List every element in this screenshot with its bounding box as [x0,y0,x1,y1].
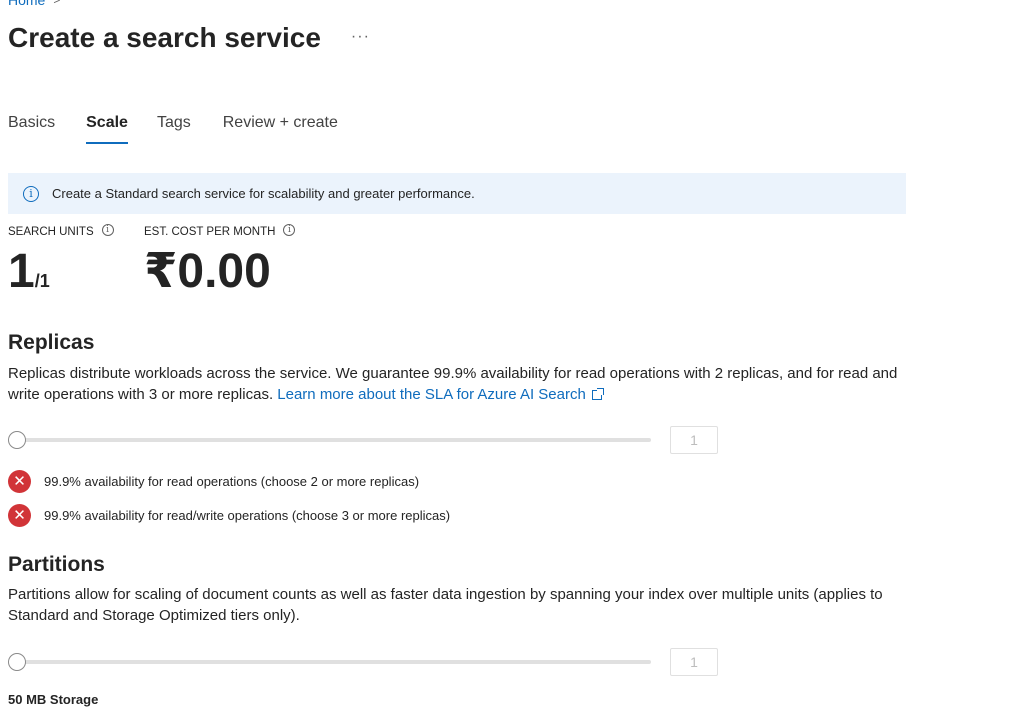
info-message-text: Create a Standard search service for sca… [52,186,475,201]
cost-label-row: EST. COST PER MONTH i [144,224,296,238]
error-x-icon: ✕ [8,504,31,527]
breadcrumb: Home > [8,0,60,8]
title-row: Create a search service ··· [8,22,370,54]
cost-metric: EST. COST PER MONTH i ₹0.00 [144,224,296,300]
breadcrumb-home-link[interactable]: Home [8,0,45,8]
more-options-button[interactable]: ··· [351,28,370,46]
tab-basics[interactable]: Basics [8,112,55,144]
search-units-value-row: 1/1 [8,244,114,309]
external-link-icon [591,388,604,400]
check-read-text: 99.9% availability for read operations (… [44,474,420,489]
wizard-tabs: Basics Scale Tags Review + create [8,112,338,144]
search-units-sub: /1 [34,271,50,291]
tab-tags[interactable]: Tags [157,112,191,144]
partitions-slider-thumb[interactable] [8,653,26,671]
replicas-description: Replicas distribute workloads across the… [8,363,908,405]
info-message-bar: i Create a Standard search service for s… [8,173,906,214]
replicas-slider-thumb[interactable] [8,431,26,449]
replicas-title: Replicas [8,331,95,354]
replicas-slider-track[interactable] [8,438,651,442]
replicas-slider-row: 1 [8,425,718,455]
replicas-count-input[interactable]: 1 [670,426,718,454]
partitions-title: Partitions [8,553,105,576]
partitions-count-input[interactable]: 1 [670,648,718,676]
create-search-service-page: Home > Create a search service ··· Basic… [0,0,1028,718]
storage-label: 50 MB Storage [8,692,99,707]
check-readwrite-text: 99.9% availability for read/write operat… [44,508,451,523]
tab-review-create[interactable]: Review + create [223,112,338,144]
partitions-description: Partitions allow for scaling of document… [8,586,883,624]
partitions-slider-track[interactable] [8,660,651,664]
search-units-label-row: SEARCH UNITS i [8,224,114,238]
error-x-icon: ✕ [8,470,31,493]
search-units-metric: SEARCH UNITS i 1/1 [8,224,114,309]
replicas-check-readwrite: ✕ 99.9% availability for read/write oper… [8,504,450,527]
cost-info-icon[interactable]: i [283,224,296,236]
cost-label: EST. COST PER MONTH [144,226,276,238]
sla-learn-more-link[interactable]: Learn more about the SLA for Azure AI Se… [277,386,604,403]
search-units-value: 1 [8,245,35,298]
replicas-check-read: ✕ 99.9% availability for read operations… [8,470,419,493]
search-units-label: SEARCH UNITS [8,226,94,238]
info-icon: i [23,185,39,202]
tab-scale[interactable]: Scale [86,112,128,144]
sla-link-text: Learn more about the SLA for Azure AI Se… [277,386,586,403]
search-units-info-icon[interactable]: i [101,224,114,236]
cost-value: ₹0.00 [144,245,271,298]
breadcrumb-separator: > [53,0,61,7]
page-title: Create a search service [8,22,321,53]
partitions-slider-row: 1 [8,647,718,677]
